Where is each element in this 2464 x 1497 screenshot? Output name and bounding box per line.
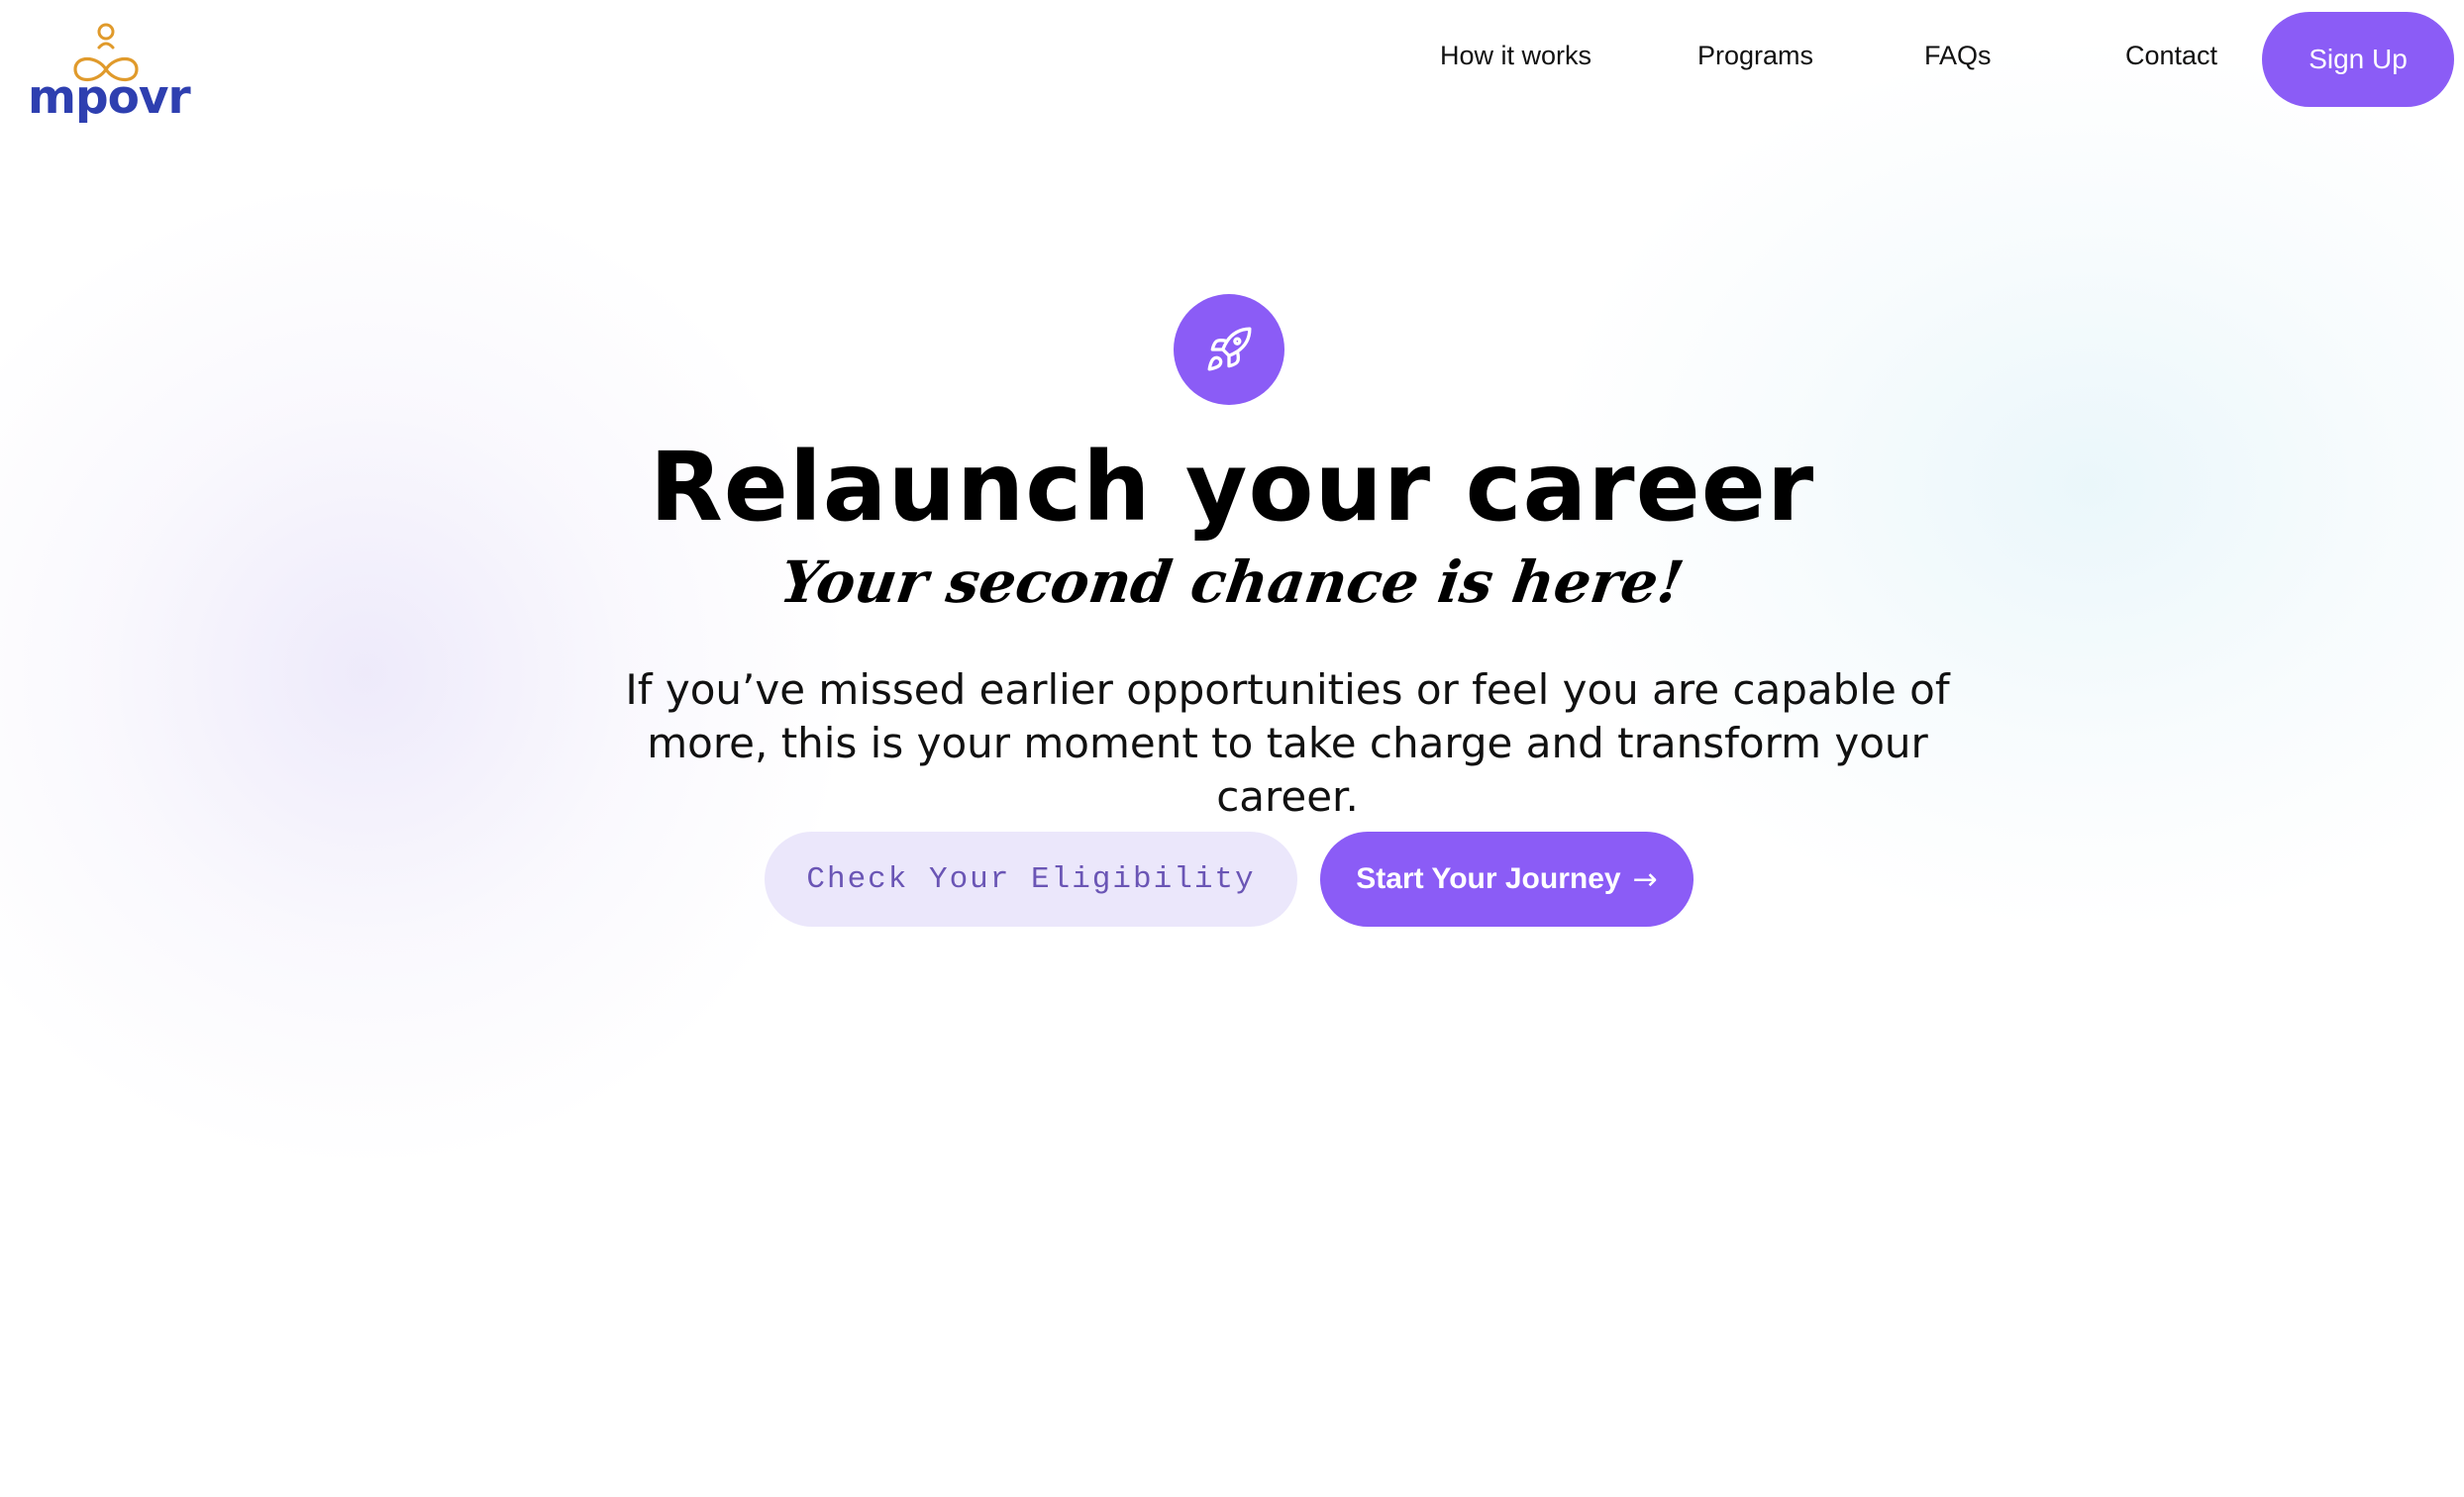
landing-page: mpovr How it works Programs FAQs Contact… [0,0,2464,1497]
nav-item-contact[interactable]: Contact [2125,38,2217,73]
hero-description: If you’ve missed earlier opportunities o… [625,665,1950,821]
hero-subtitle: Your second chance is here! [775,549,1689,616]
rocket-icon [1207,327,1252,371]
rocket-badge [1174,294,1284,405]
check-eligibility-button[interactable]: Check Your Eligibility [765,832,1297,927]
nav-item-how-it-works[interactable]: How it works [1440,38,1591,73]
hero-title: Relaunch your career [649,432,1815,543]
brand-logo[interactable]: mpovr [28,20,196,129]
nav-item-faqs[interactable]: FAQs [1924,38,1992,73]
logo-wordmark: mpovr [28,70,191,125]
start-journey-label: Start Your Journey [1356,862,1621,895]
arrow-right-icon: → [1632,861,1658,897]
nav-item-programs[interactable]: Programs [1697,38,1813,73]
start-journey-button[interactable]: Start Your Journey → [1320,832,1694,927]
sign-up-button[interactable]: Sign Up [2262,12,2454,107]
